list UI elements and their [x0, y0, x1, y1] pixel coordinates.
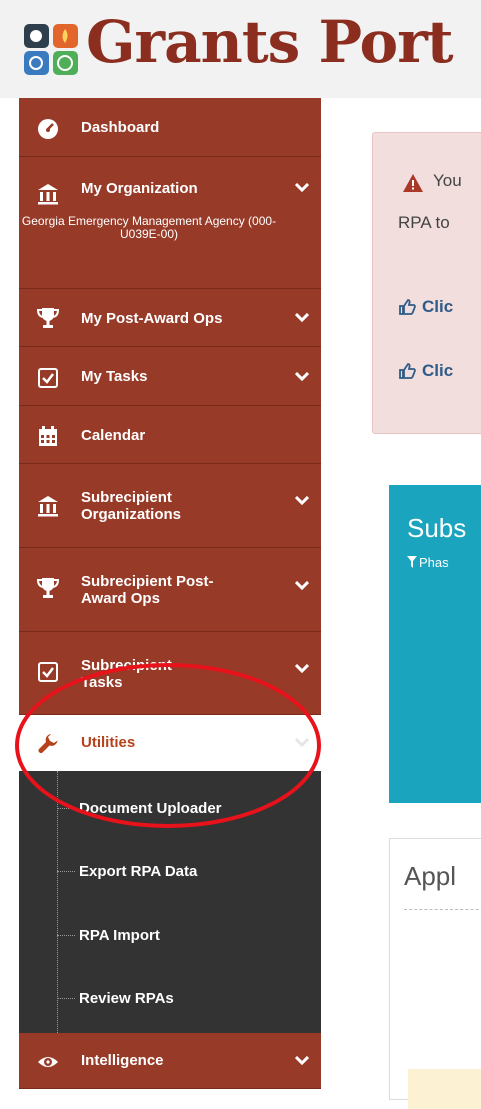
sidebar-item-label: Dashboard — [81, 119, 160, 136]
alert-link-2[interactable]: Clic — [398, 361, 453, 381]
institution-icon — [38, 496, 58, 517]
submenu-item-label: Export RPA Data — [79, 863, 198, 880]
app-title: Grants Port — [86, 8, 454, 76]
logo-icon — [24, 24, 78, 75]
panel-title: Appl — [404, 861, 457, 891]
hand-pointer-icon — [399, 363, 416, 379]
eye-icon — [38, 1057, 58, 1067]
phase-filter[interactable]: Phas — [407, 555, 449, 570]
tree-connector — [57, 871, 75, 872]
chevron-down-icon[interactable] — [295, 372, 309, 382]
tree-connector — [57, 998, 75, 999]
alert-message-cont: RPA to — [398, 213, 450, 232]
submenu-item-review-rpas[interactable]: Review RPAs — [19, 971, 321, 1027]
chevron-down-icon[interactable] — [295, 664, 309, 674]
filter-icon — [407, 556, 417, 568]
submenu-item-label: Review RPAs — [79, 990, 174, 1007]
sidebar-item-dashboard[interactable]: Dashboard — [19, 98, 321, 157]
alert-link-label: Clic — [422, 297, 454, 316]
tree-connector — [57, 935, 75, 936]
sidebar-item-subrecipient-organizations[interactable]: Subrecipient Organizations — [19, 464, 321, 548]
sidebar-item-label: Subrecipient Post-Award Ops — [81, 573, 214, 607]
organization-name: Georgia Emergency Management Agency (000… — [21, 214, 277, 241]
calendar-icon — [39, 426, 57, 446]
panel-title: Subs — [407, 513, 467, 543]
applications-panel: Appl — [389, 838, 481, 1109]
divider — [404, 909, 481, 910]
sidebar-item-label: Intelligence — [81, 1052, 164, 1069]
sidebar-item-label: Calendar — [81, 427, 146, 444]
sidebar-item-label: My Post-Award Ops — [81, 309, 223, 327]
sidebar-item-calendar[interactable]: Calendar — [19, 406, 321, 464]
annotation-circle — [15, 663, 321, 828]
trophy-icon — [37, 578, 59, 598]
sidebar-item-label: Subrecipient Organizations — [81, 489, 182, 523]
alert-link-label: Clic — [422, 361, 454, 380]
warning-icon — [403, 174, 423, 192]
chevron-down-icon[interactable] — [295, 313, 309, 323]
dashboard-gauge-icon — [38, 119, 58, 139]
phase-filter-label: Phas — [419, 555, 449, 570]
header: Grants Port — [0, 0, 481, 98]
institution-icon — [38, 184, 58, 205]
checkbox-icon — [38, 368, 58, 388]
alert-link-1[interactable]: Clic — [398, 297, 453, 317]
submissions-panel: Subs Phas — [389, 485, 481, 803]
checkbox-icon — [38, 662, 58, 682]
chevron-down-icon[interactable] — [295, 1056, 309, 1066]
submenu-item-export-rpa-data[interactable]: Export RPA Data — [19, 844, 321, 900]
chevron-down-icon[interactable] — [295, 581, 309, 591]
sidebar-item-intelligence[interactable]: Intelligence — [19, 1033, 321, 1089]
sidebar-item-subrecipient-post-award-ops[interactable]: Subrecipient Post-Award Ops — [19, 548, 321, 632]
sidebar-item-my-tasks[interactable]: My Tasks — [19, 347, 321, 406]
alert-message: You — [433, 171, 462, 190]
submenu-item-rpa-import[interactable]: RPA Import — [19, 908, 321, 964]
notice-strip — [408, 1069, 481, 1109]
sidebar-item-my-organization[interactable]: My Organization Georgia Emergency Manage… — [19, 157, 321, 289]
sidebar-item-label: My Tasks — [81, 368, 148, 385]
sidebar: Dashboard My Organization Georgia Emerge… — [19, 98, 321, 1098]
alert-box: You RPA to Clic Clic — [372, 132, 481, 434]
submenu-item-label: RPA Import — [79, 927, 160, 944]
hand-pointer-icon — [399, 299, 416, 315]
sidebar-item-label: My Organization — [81, 180, 198, 197]
chevron-down-icon[interactable] — [295, 183, 309, 193]
trophy-icon — [37, 308, 59, 328]
sidebar-item-my-post-award-ops[interactable]: My Post-Award Ops — [19, 289, 321, 347]
chevron-down-icon[interactable] — [295, 496, 309, 506]
